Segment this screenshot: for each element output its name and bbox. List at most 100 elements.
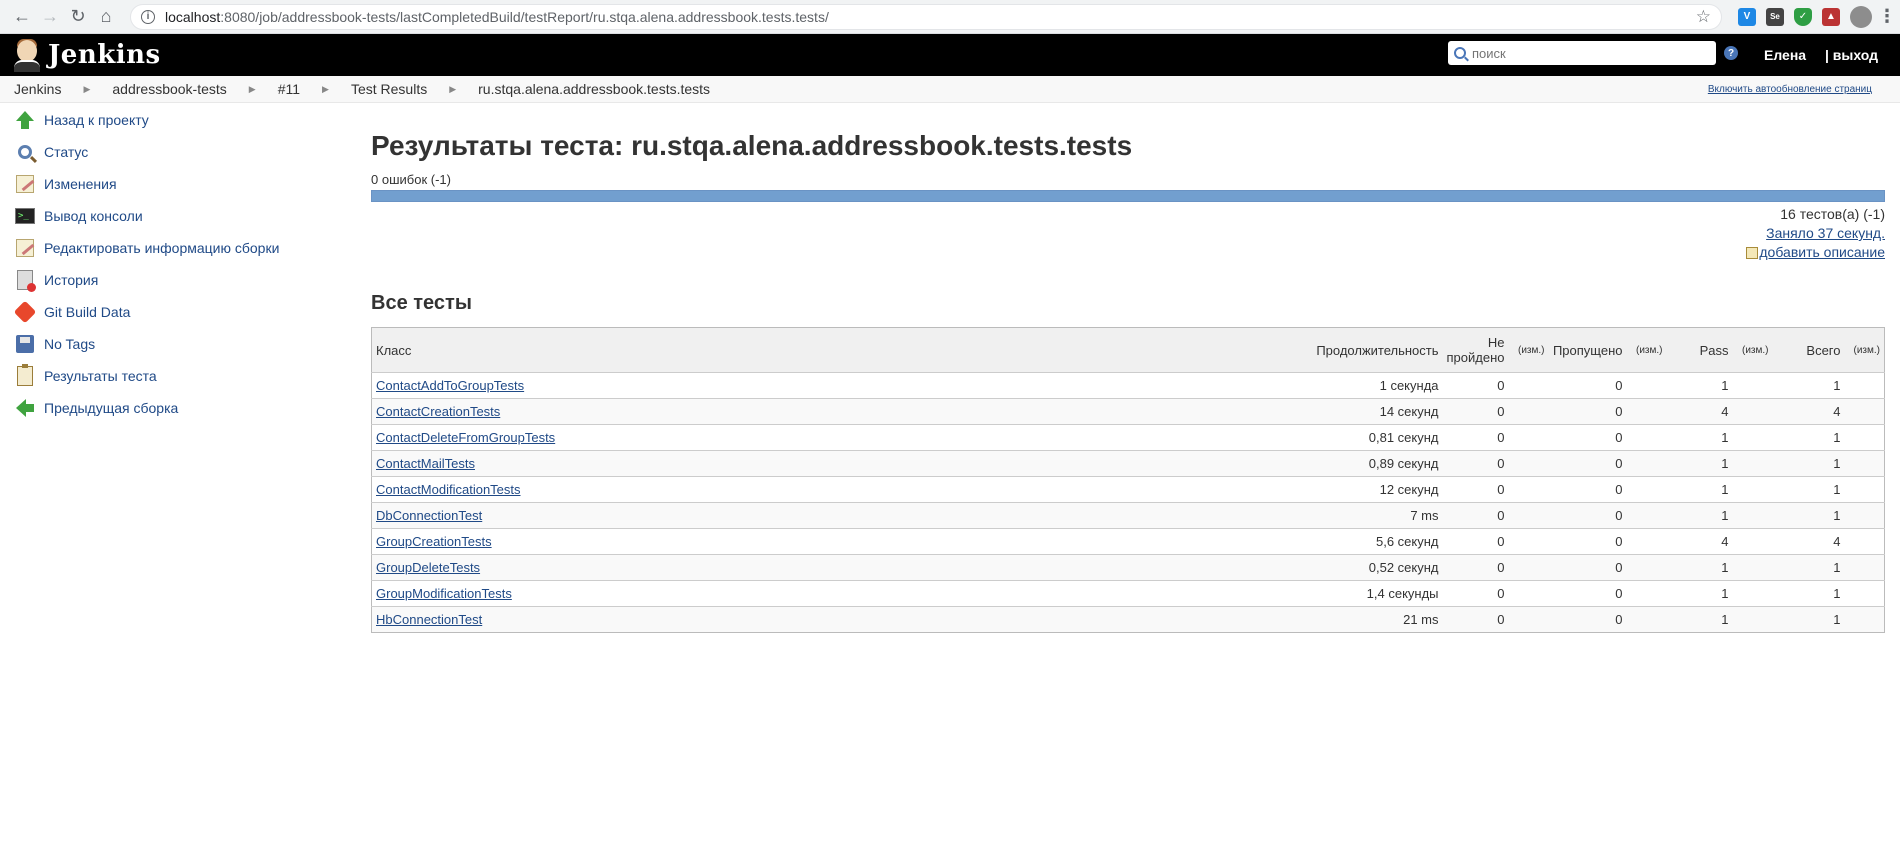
cell-skipped: 0 <box>1548 424 1627 451</box>
site-info-icon[interactable]: i <box>141 9 155 24</box>
class-link[interactable]: ContactCreationTests <box>376 404 500 419</box>
class-link[interactable]: ContactAddToGroupTests <box>376 378 524 393</box>
class-link[interactable]: GroupDeleteTests <box>376 560 480 575</box>
class-link[interactable]: ContactModificationTests <box>376 482 521 497</box>
home-icon[interactable]: ⌂ <box>92 3 120 31</box>
cell-class: GroupModificationTests <box>371 580 1004 607</box>
cell-duration: 0,52 секунд <box>1003 554 1443 581</box>
cell-skipped-change <box>1626 372 1667 399</box>
cell-skipped-change <box>1626 398 1667 425</box>
cell-duration: 1 секунда <box>1003 372 1443 399</box>
breadcrumb-package[interactable]: ru.stqa.alena.addressbook.tests.tests <box>478 81 710 97</box>
col-skipped-change[interactable]: (изм.) <box>1627 328 1667 373</box>
cell-skipped-change <box>1626 502 1667 529</box>
sidebar-item-no-tags[interactable]: No Tags <box>0 328 300 360</box>
class-link[interactable]: ContactDeleteFromGroupTests <box>376 430 555 445</box>
class-link[interactable]: DbConnectionTest <box>376 508 482 523</box>
address-bar[interactable]: i localhost:8080/job/addressbook-tests/l… <box>130 3 1722 30</box>
cell-class: ContactDeleteFromGroupTests <box>371 424 1004 451</box>
breadcrumb-separator-icon[interactable]: ▶ <box>83 84 90 95</box>
cell-pass: 1 <box>1666 580 1733 607</box>
autorefresh-link[interactable]: Включить автообновление страниц <box>1708 84 1872 95</box>
cell-total: 1 <box>1772 476 1845 503</box>
cell-total-change <box>1844 502 1885 529</box>
col-total-change[interactable]: (изм.) <box>1845 328 1885 373</box>
main-panel: Результаты теста: ru.stqa.alena.addressb… <box>371 104 1885 633</box>
add-description-link[interactable]: добавить описание <box>1759 244 1885 260</box>
col-duration[interactable]: Продолжительность <box>1004 328 1443 373</box>
sidebar-item-changes[interactable]: Изменения <box>0 168 300 200</box>
sidebar-item-previous-build[interactable]: Предыдущая сборка <box>0 392 300 424</box>
sidebar-item-history[interactable]: История <box>0 264 300 296</box>
cell-total: 1 <box>1772 502 1845 529</box>
class-link[interactable]: ContactMailTests <box>376 456 475 471</box>
back-icon[interactable]: ← <box>8 3 36 31</box>
sidebar-item-test-results[interactable]: Результаты теста <box>0 360 300 392</box>
logout-link[interactable]: | выход <box>1825 47 1878 63</box>
bookmark-star-icon[interactable]: ☆ <box>1696 7 1711 27</box>
test-summary: 16 тестов(а) (-1) Заняло 37 секунд. доба… <box>371 205 1885 262</box>
search-input[interactable] <box>1470 44 1700 62</box>
extensions-area: V Se ✓ ▲ ⋮ <box>1738 5 1896 28</box>
col-total[interactable]: Всего <box>1773 328 1845 373</box>
cell-total: 1 <box>1772 372 1845 399</box>
sidebar-item-git-build-data[interactable]: Git Build Data <box>0 296 300 328</box>
cell-skipped-change <box>1626 606 1667 633</box>
class-link[interactable]: GroupModificationTests <box>376 586 512 601</box>
help-icon[interactable]: ? <box>1724 46 1738 60</box>
cell-pass-change <box>1732 502 1773 529</box>
cell-failed: 0 <box>1442 528 1509 555</box>
user-link[interactable]: Елена <box>1764 47 1806 63</box>
sidebar-item-console-output[interactable]: >_ Вывод консоли <box>0 200 300 232</box>
cell-failed: 0 <box>1442 424 1509 451</box>
cell-skipped-change <box>1626 424 1667 451</box>
cell-skipped: 0 <box>1548 372 1627 399</box>
reload-icon[interactable]: ↻ <box>64 3 92 31</box>
profile-avatar[interactable] <box>1850 5 1872 28</box>
cell-duration: 12 секунд <box>1003 476 1443 503</box>
table-row: GroupCreationTests 5,6 секунд 0 0 4 4 <box>371 528 1885 555</box>
cell-failed-change <box>1508 528 1549 555</box>
table-row: ContactAddToGroupTests 1 секунда 0 0 1 1 <box>371 372 1885 399</box>
sidebar-item-status[interactable]: Статус <box>0 136 300 168</box>
cell-skipped: 0 <box>1548 528 1627 555</box>
duration-link[interactable]: Заняло 37 секунд. <box>1766 225 1885 241</box>
sidebar-item-back-to-project[interactable]: Назад к проекту <box>0 104 300 136</box>
breadcrumb-build[interactable]: #11 <box>278 81 300 97</box>
browser-menu-icon[interactable]: ⋮ <box>1878 6 1896 26</box>
cell-pass: 1 <box>1666 476 1733 503</box>
breadcrumb-job[interactable]: addressbook-tests <box>112 81 226 97</box>
table-row: ContactMailTests 0,89 секунд 0 0 1 1 <box>371 450 1885 477</box>
jenkins-butler-icon <box>12 38 42 72</box>
breadcrumb-separator-icon[interactable]: ▶ <box>322 84 329 95</box>
col-class[interactable]: Класс <box>372 328 1004 373</box>
breadcrumb-test-results[interactable]: Test Results <box>351 81 427 97</box>
breadcrumb-separator-icon[interactable]: ▶ <box>449 84 456 95</box>
sidebar-item-edit-build-info[interactable]: Редактировать информацию сборки <box>0 232 300 264</box>
cell-total-change <box>1844 424 1885 451</box>
extension-selenium-icon[interactable]: Se <box>1766 7 1784 26</box>
up-arrow-icon <box>16 111 34 129</box>
jenkins-logo[interactable]: Jenkins <box>12 38 161 72</box>
forward-icon[interactable]: → <box>36 3 64 31</box>
breadcrumb-jenkins[interactable]: Jenkins <box>14 81 61 97</box>
col-pass-change[interactable]: (изм.) <box>1733 328 1773 373</box>
col-skipped[interactable]: Пропущено <box>1549 328 1627 373</box>
breadcrumb-separator-icon[interactable]: ▶ <box>249 84 256 95</box>
table-row: ContactModificationTests 12 секунд 0 0 1 1 <box>371 476 1885 503</box>
col-failed-change[interactable]: (изм.) <box>1509 328 1549 373</box>
class-link[interactable]: HbConnectionTest <box>376 612 482 627</box>
table-row: HbConnectionTest 21 ms 0 0 1 1 <box>371 606 1885 633</box>
col-failed[interactable]: Не пройдено <box>1443 328 1509 373</box>
extension-shield-icon[interactable]: ✓ <box>1794 7 1812 26</box>
magnifier-icon <box>18 145 32 159</box>
cell-failed-change <box>1508 372 1549 399</box>
cell-class: ContactCreationTests <box>371 398 1004 425</box>
cell-class: ContactModificationTests <box>371 476 1004 503</box>
extension-pdf-icon[interactable]: ▲ <box>1822 7 1840 26</box>
col-pass[interactable]: Pass <box>1667 328 1733 373</box>
extension-v-icon[interactable]: V <box>1738 7 1756 26</box>
search-box[interactable] <box>1448 41 1716 65</box>
sidebar-item-label: Результаты теста <box>44 368 157 384</box>
class-link[interactable]: GroupCreationTests <box>376 534 492 549</box>
